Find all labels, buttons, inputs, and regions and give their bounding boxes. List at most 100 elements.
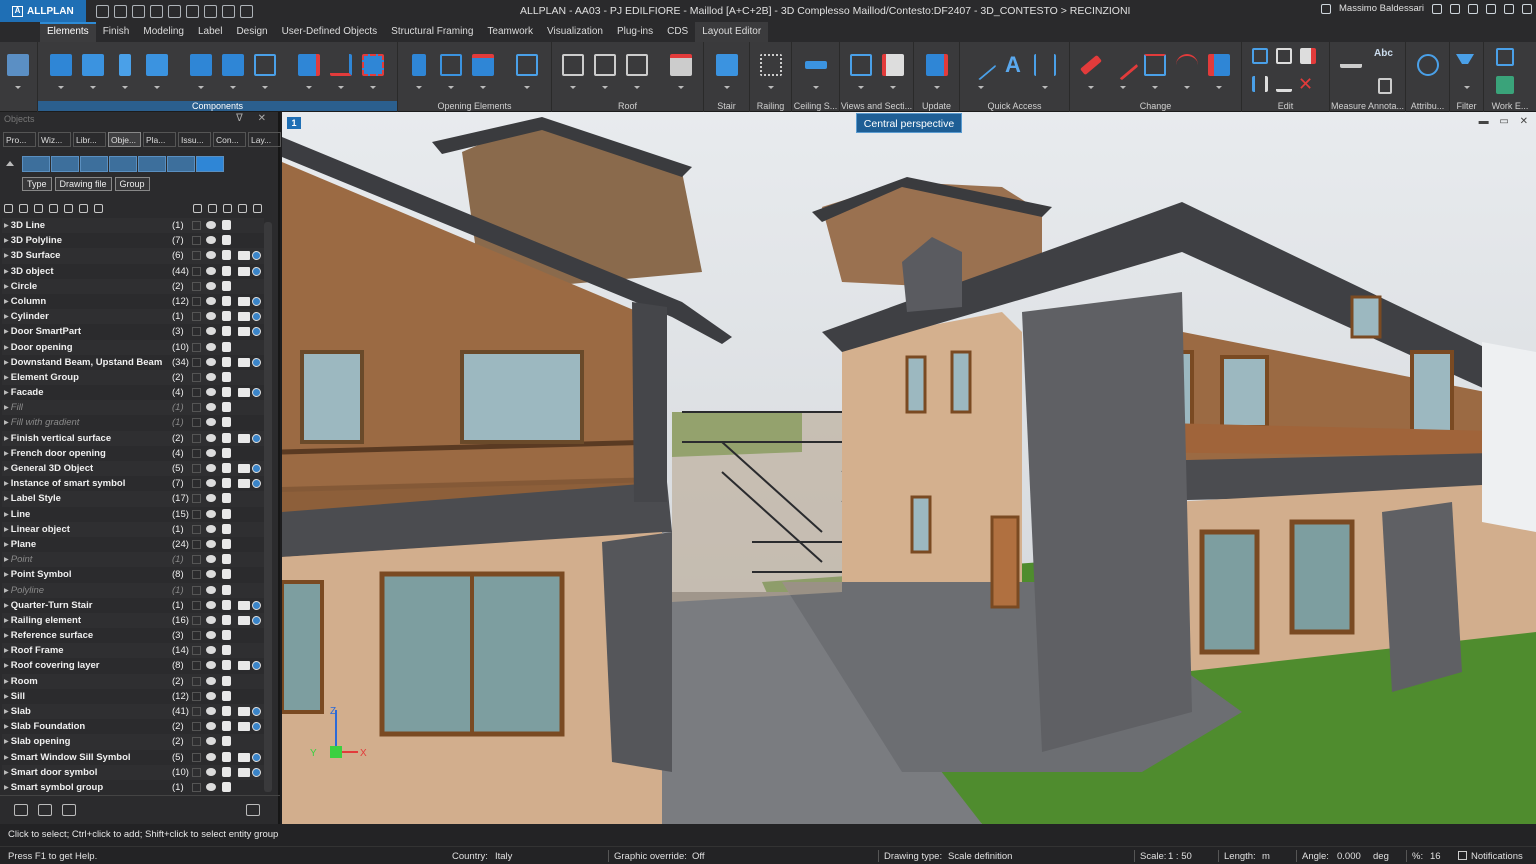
panel-tab-properties[interactable]: Pro... bbox=[3, 132, 36, 147]
save-icon[interactable] bbox=[131, 4, 145, 18]
angle-unit[interactable]: deg bbox=[1373, 851, 1389, 862]
tag-icon[interactable] bbox=[167, 156, 195, 172]
paste-button[interactable] bbox=[1298, 46, 1324, 66]
foundation-button[interactable] bbox=[144, 52, 170, 89]
cart-icon[interactable] bbox=[1432, 3, 1442, 14]
list-item[interactable]: Quarter-Turn Stair (1) bbox=[2, 598, 264, 613]
list-item[interactable]: Column (12) bbox=[2, 294, 264, 309]
tab-structural-framing[interactable]: Structural Framing bbox=[384, 22, 480, 42]
new-file-icon[interactable] bbox=[95, 4, 109, 18]
tab-plug-ins[interactable]: Plug-ins bbox=[610, 22, 660, 42]
column-button[interactable] bbox=[112, 52, 138, 89]
link-icon[interactable] bbox=[138, 156, 166, 172]
lock-icon[interactable] bbox=[222, 538, 231, 549]
eye-icon[interactable] bbox=[206, 479, 216, 488]
lock-icon[interactable] bbox=[222, 478, 231, 489]
tab-visualization[interactable]: Visualization bbox=[540, 22, 610, 42]
wall-edit-button[interactable] bbox=[296, 52, 322, 89]
list-item[interactable]: Roof Frame (14) bbox=[2, 643, 264, 659]
select-checkbox[interactable] bbox=[192, 494, 201, 504]
info-icon[interactable] bbox=[252, 251, 261, 261]
eye-icon[interactable] bbox=[206, 646, 216, 655]
eye-icon[interactable] bbox=[206, 524, 216, 533]
eye-icon[interactable] bbox=[206, 631, 216, 640]
layout-icon[interactable] bbox=[238, 707, 250, 716]
eye-icon[interactable] bbox=[206, 236, 216, 245]
list-item[interactable]: Smart symbol group (1) bbox=[2, 780, 264, 795]
delete-button[interactable]: ✕ bbox=[1298, 74, 1324, 94]
info-icon[interactable] bbox=[252, 464, 261, 473]
undo-icon[interactable] bbox=[149, 4, 163, 18]
list-item[interactable]: Fill (1) bbox=[2, 400, 264, 416]
select-checkbox[interactable] bbox=[192, 236, 201, 246]
3d-viewport[interactable]: Z X Y bbox=[282, 112, 1536, 824]
eye-icon[interactable] bbox=[206, 372, 216, 381]
line-button[interactable] bbox=[965, 49, 997, 89]
list-item[interactable]: Finish vertical surface (2) bbox=[2, 430, 264, 446]
list-item[interactable]: Polyline (1) bbox=[2, 582, 264, 598]
eye-icon[interactable] bbox=[206, 676, 216, 685]
lock-icon[interactable] bbox=[222, 675, 231, 686]
eye-icon[interactable] bbox=[206, 251, 216, 260]
list-item[interactable]: Reference surface (3) bbox=[2, 628, 264, 643]
info-icon[interactable] bbox=[252, 600, 261, 610]
list-item[interactable]: Circle (2) bbox=[2, 278, 264, 294]
info-icon[interactable] bbox=[252, 327, 261, 337]
eye-icon[interactable] bbox=[206, 615, 216, 624]
lock-icon[interactable] bbox=[222, 463, 231, 473]
select-checkbox[interactable] bbox=[192, 707, 201, 716]
sync-icon[interactable] bbox=[34, 203, 43, 213]
info-icon[interactable] bbox=[252, 767, 261, 777]
list-item[interactable]: French door opening (4) bbox=[2, 446, 264, 461]
list-item[interactable]: Element Group (2) bbox=[2, 369, 264, 386]
stair-button[interactable] bbox=[714, 52, 740, 89]
lock-icon[interactable] bbox=[222, 295, 231, 306]
select-checkbox[interactable] bbox=[192, 509, 201, 519]
country-value[interactable]: Italy bbox=[495, 851, 512, 862]
window-button[interactable] bbox=[438, 52, 464, 89]
lock-icon[interactable] bbox=[222, 447, 231, 458]
close-icon[interactable] bbox=[1522, 3, 1532, 14]
scale-value[interactable]: 1 : 50 bbox=[1168, 851, 1192, 862]
eye-icon[interactable] bbox=[206, 357, 216, 366]
copy-button[interactable] bbox=[1250, 46, 1276, 66]
lock-icon[interactable] bbox=[222, 220, 231, 230]
list-item[interactable]: Door opening (10) bbox=[2, 339, 264, 355]
join-button[interactable] bbox=[1250, 74, 1276, 94]
layout-icon[interactable] bbox=[238, 357, 250, 367]
list-item[interactable]: Fill with gradient (1) bbox=[2, 415, 264, 430]
select-checkbox[interactable] bbox=[192, 691, 201, 701]
expand-all-icon[interactable] bbox=[4, 203, 13, 213]
select-checkbox[interactable] bbox=[192, 782, 201, 792]
select-checkbox[interactable] bbox=[192, 281, 201, 291]
eye-icon[interactable] bbox=[206, 403, 216, 412]
grid-button[interactable] bbox=[252, 52, 278, 89]
list-item[interactable]: Linear object (1) bbox=[2, 521, 264, 537]
eye-icon[interactable] bbox=[206, 418, 216, 427]
lock-icon[interactable] bbox=[222, 341, 231, 352]
select-checkbox[interactable] bbox=[192, 403, 201, 413]
reload-icon[interactable] bbox=[62, 803, 76, 816]
list-item[interactable]: Label Style (17) bbox=[2, 491, 264, 507]
eye-icon[interactable] bbox=[206, 342, 216, 351]
dormer-button[interactable] bbox=[624, 52, 650, 89]
eye-icon[interactable] bbox=[206, 266, 216, 275]
lock-icon[interactable] bbox=[222, 432, 231, 443]
collapse-arrow-icon[interactable] bbox=[6, 161, 14, 166]
settings-gear-icon[interactable] bbox=[246, 803, 260, 816]
info-icon[interactable] bbox=[252, 388, 261, 398]
eye-icon[interactable] bbox=[206, 296, 216, 305]
eye-icon[interactable] bbox=[206, 539, 216, 548]
lock-icon[interactable] bbox=[222, 235, 231, 246]
select-checkbox[interactable] bbox=[192, 479, 201, 489]
collapse-all-icon[interactable] bbox=[19, 203, 28, 213]
select-objects-icon[interactable] bbox=[64, 203, 73, 213]
graphic-override-value[interactable]: Off bbox=[692, 851, 705, 862]
drawing-structure-icon[interactable] bbox=[22, 156, 50, 172]
select-checkbox[interactable] bbox=[192, 266, 201, 276]
select-checkbox[interactable] bbox=[192, 448, 201, 458]
list-item[interactable]: Line (15) bbox=[2, 507, 264, 522]
eye-icon[interactable] bbox=[206, 585, 216, 594]
eye-icon[interactable] bbox=[206, 221, 216, 229]
layout-all-icon[interactable] bbox=[253, 203, 262, 213]
